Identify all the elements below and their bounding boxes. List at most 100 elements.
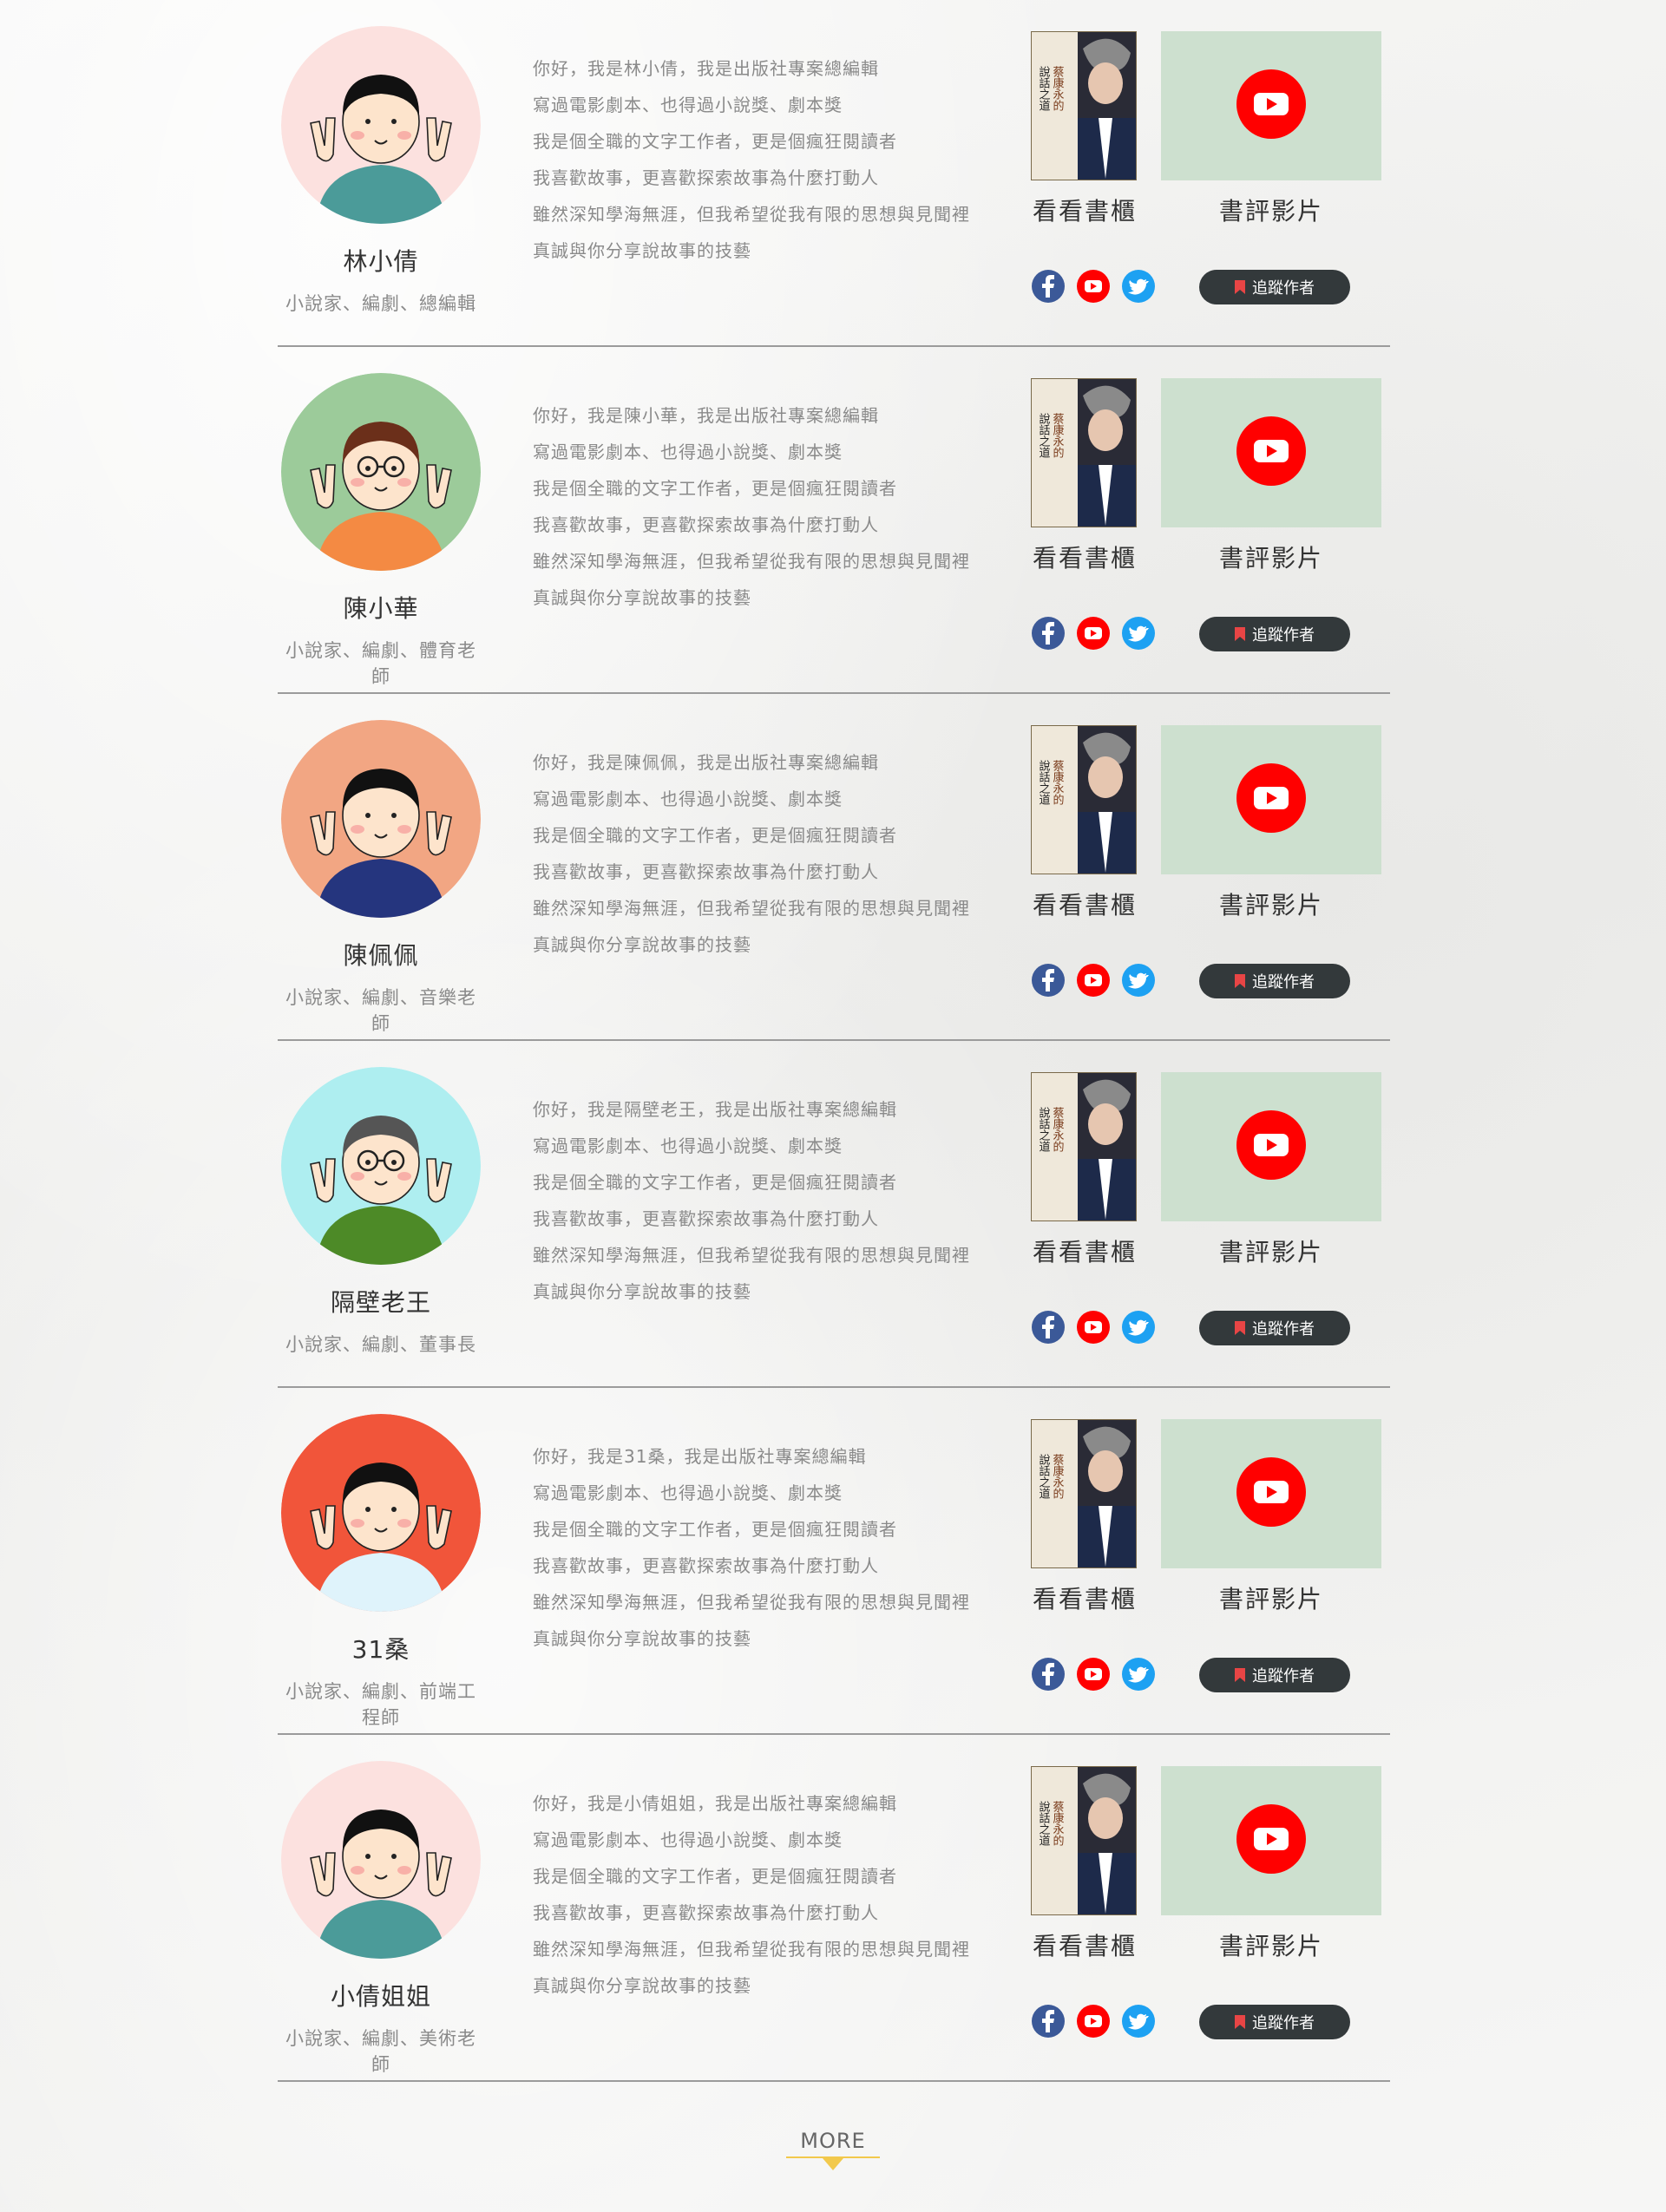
twitter-icon[interactable]	[1121, 269, 1156, 304]
twitter-icon[interactable]	[1121, 1310, 1156, 1345]
facebook-icon[interactable]	[1031, 269, 1066, 304]
author-name[interactable]: 小倩姐姐	[278, 1978, 484, 2012]
author-name[interactable]: 31桑	[278, 1631, 484, 1666]
youtube-icon[interactable]	[1076, 269, 1111, 304]
bio-line: 你好，我是林小倩，我是出版社專案總編輯	[533, 58, 879, 79]
video-thumbnail[interactable]	[1161, 725, 1381, 874]
video-label[interactable]: 書評影片	[1161, 1580, 1381, 1615]
video-thumbnail[interactable]	[1161, 1072, 1381, 1221]
youtube-icon[interactable]	[1076, 963, 1111, 998]
author-profile: 林小倩 小說家、編劇、總編輯	[278, 26, 484, 316]
youtube-icon[interactable]	[1076, 1310, 1111, 1345]
facebook-icon[interactable]	[1031, 963, 1066, 998]
bookshelf-label[interactable]: 看看書櫃	[1031, 1234, 1138, 1268]
svg-text:蔡康永的: 蔡康永的	[1051, 760, 1065, 805]
twitter-icon[interactable]	[1121, 2004, 1156, 2039]
avatar[interactable]	[281, 720, 481, 918]
review-video-link[interactable]: 書評影片	[1161, 378, 1381, 574]
svg-text:說話之道: 說話之道	[1037, 412, 1051, 458]
follow-label: 追蹤作者	[1252, 1667, 1315, 1685]
bio-line: 我是個全職的文字工作者，更是個瘋狂閱讀者	[533, 1866, 897, 1887]
follow-author-button[interactable]: 追蹤作者	[1199, 617, 1350, 651]
youtube-play-icon	[1236, 1457, 1306, 1530]
follow-author-button[interactable]: 追蹤作者	[1199, 1658, 1350, 1692]
follow-author-button[interactable]: 追蹤作者	[1199, 1311, 1350, 1345]
review-video-link[interactable]: 書評影片	[1161, 725, 1381, 921]
follow-author-button[interactable]: 追蹤作者	[1199, 2005, 1350, 2039]
bio-line: 雖然深知學海無涯，但我希望從我有限的思想與見聞裡	[533, 1245, 970, 1266]
bookshelf-label[interactable]: 看看書櫃	[1031, 540, 1138, 574]
youtube-icon[interactable]	[1076, 616, 1111, 651]
twitter-icon[interactable]	[1121, 616, 1156, 651]
chevron-down-icon	[823, 2158, 843, 2170]
bookshelf-label[interactable]: 看看書櫃	[1031, 1927, 1138, 1962]
author-name[interactable]: 隔壁老王	[278, 1284, 484, 1319]
bio-line: 真誠與你分享說故事的技藝	[533, 240, 751, 261]
video-label[interactable]: 書評影片	[1161, 193, 1381, 227]
author-profile: 陳小華 小說家、編劇、體育老師	[278, 373, 484, 689]
author-profile: 隔壁老王 小說家、編劇、董事長	[278, 1067, 484, 1357]
avatar[interactable]	[281, 1761, 481, 1959]
bookmark-icon	[1235, 974, 1245, 988]
follow-label: 追蹤作者	[1252, 2014, 1315, 2032]
book-cover[interactable]: 蔡康永的 說話之道	[1031, 1072, 1138, 1221]
author-name[interactable]: 林小倩	[278, 243, 484, 278]
video-label[interactable]: 書評影片	[1161, 1927, 1381, 1962]
video-label[interactable]: 書評影片	[1161, 540, 1381, 574]
svg-text:蔡康永的: 蔡康永的	[1051, 1454, 1065, 1499]
review-video-link[interactable]: 書評影片	[1161, 1072, 1381, 1268]
svg-text:說話之道: 說話之道	[1037, 65, 1051, 111]
video-thumbnail[interactable]	[1161, 378, 1381, 527]
book-cover[interactable]: 蔡康永的 說話之道	[1031, 1766, 1138, 1915]
author-title: 小說家、編劇、音樂老師	[285, 987, 476, 1034]
facebook-icon[interactable]	[1031, 1310, 1066, 1345]
youtube-icon[interactable]	[1076, 2004, 1111, 2039]
book-cover[interactable]: 蔡康永的 說話之道	[1031, 378, 1138, 527]
follow-label: 追蹤作者	[1252, 1320, 1315, 1338]
bookshelf-link[interactable]: 蔡康永的 說話之道 看看書櫃	[1031, 1766, 1138, 1962]
youtube-icon[interactable]	[1076, 1657, 1111, 1692]
video-thumbnail[interactable]	[1161, 31, 1381, 180]
review-video-link[interactable]: 書評影片	[1161, 31, 1381, 227]
bookmark-icon	[1235, 1321, 1245, 1335]
twitter-icon[interactable]	[1121, 963, 1156, 998]
avatar[interactable]	[281, 1414, 481, 1612]
more-button[interactable]: MORE	[786, 2129, 880, 2170]
video-thumbnail[interactable]	[1161, 1766, 1381, 1915]
book-cover[interactable]: 蔡康永的 說話之道	[1031, 725, 1138, 874]
book-cover[interactable]: 蔡康永的 說話之道	[1031, 1419, 1138, 1568]
bookmark-icon	[1235, 627, 1245, 641]
bookshelf-link[interactable]: 蔡康永的 說話之道 看看書櫃	[1031, 31, 1138, 227]
bookshelf-link[interactable]: 蔡康永的 說話之道 看看書櫃	[1031, 725, 1138, 921]
bookshelf-link[interactable]: 蔡康永的 說話之道 看看書櫃	[1031, 1072, 1138, 1268]
video-thumbnail[interactable]	[1161, 1419, 1381, 1568]
twitter-icon[interactable]	[1121, 1657, 1156, 1692]
facebook-icon[interactable]	[1031, 616, 1066, 651]
follow-author-button[interactable]: 追蹤作者	[1199, 964, 1350, 998]
bio-line: 雖然深知學海無涯，但我希望從我有限的思想與見聞裡	[533, 1939, 970, 1960]
book-cover[interactable]: 蔡康永的 說話之道	[1031, 31, 1138, 180]
video-label[interactable]: 書評影片	[1161, 887, 1381, 921]
avatar[interactable]	[281, 373, 481, 571]
svg-text:說話之道: 說話之道	[1037, 1800, 1051, 1846]
youtube-play-icon	[1236, 763, 1306, 836]
facebook-icon[interactable]	[1031, 2004, 1066, 2039]
bookshelf-link[interactable]: 蔡康永的 說話之道 看看書櫃	[1031, 1419, 1138, 1615]
social-links	[1031, 1310, 1156, 1345]
social-links	[1031, 2004, 1156, 2039]
review-video-link[interactable]: 書評影片	[1161, 1766, 1381, 1962]
author-card: 隔壁老王 小說家、編劇、董事長 你好，我是隔壁老王，我是出版社專案總編輯 寫過電影…	[278, 1041, 1390, 1388]
bookshelf-label[interactable]: 看看書櫃	[1031, 1580, 1138, 1615]
avatar[interactable]	[281, 26, 481, 224]
svg-text:蔡康永的: 蔡康永的	[1051, 1801, 1065, 1846]
author-name[interactable]: 陳小華	[278, 590, 484, 625]
review-video-link[interactable]: 書評影片	[1161, 1419, 1381, 1615]
video-label[interactable]: 書評影片	[1161, 1234, 1381, 1268]
avatar[interactable]	[281, 1067, 481, 1265]
bookshelf-label[interactable]: 看看書櫃	[1031, 887, 1138, 921]
author-name[interactable]: 陳佩佩	[278, 937, 484, 972]
facebook-icon[interactable]	[1031, 1657, 1066, 1692]
bookshelf-link[interactable]: 蔡康永的 說話之道 看看書櫃	[1031, 378, 1138, 574]
follow-author-button[interactable]: 追蹤作者	[1199, 270, 1350, 304]
bookshelf-label[interactable]: 看看書櫃	[1031, 193, 1138, 227]
